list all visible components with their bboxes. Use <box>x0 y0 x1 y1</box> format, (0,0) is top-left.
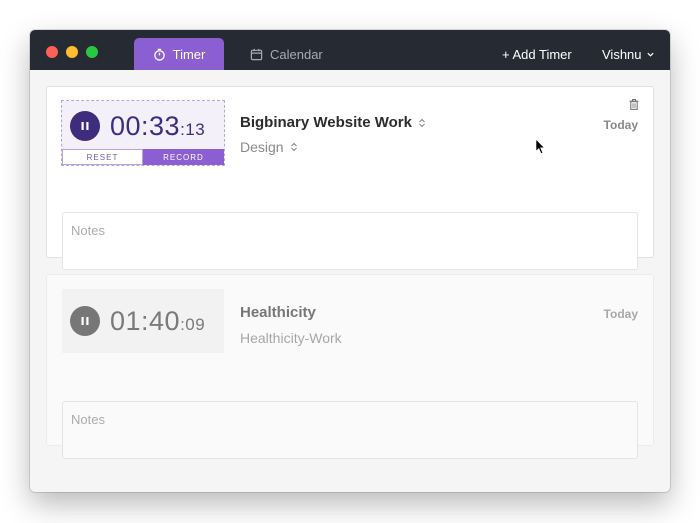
user-menu[interactable]: Vishnu <box>602 38 655 70</box>
zoom-window-button[interactable] <box>86 46 98 58</box>
elapsed-time-main: 01:40 <box>110 306 181 336</box>
app-window: Timer Calendar + Add Timer Vishnu 00:33:… <box>30 30 670 492</box>
user-name: Vishnu <box>602 46 642 62</box>
pause-button[interactable] <box>70 111 100 141</box>
project-selector[interactable]: Bigbinary Website Work <box>240 114 426 131</box>
task-name: Healthicity-Work <box>240 330 342 346</box>
timer-clock: 01:40:09 <box>62 289 224 353</box>
elapsed-time-seconds: :09 <box>180 315 206 334</box>
close-window-button[interactable] <box>46 46 58 58</box>
pause-icon <box>80 316 90 326</box>
project-name: Healthicity <box>240 304 316 321</box>
notes-input[interactable] <box>62 212 638 270</box>
tab-timer-label: Timer <box>172 46 206 62</box>
elapsed-time-main: 00:33 <box>110 111 181 141</box>
elapsed-time-seconds: :13 <box>180 120 206 139</box>
title-bar: Timer Calendar + Add Timer Vishnu <box>30 30 670 70</box>
task-selector[interactable]: Design <box>240 139 298 155</box>
timer-clock: 00:33:13 RESET RECORD <box>61 100 225 166</box>
pause-button[interactable] <box>70 306 100 336</box>
timer-actions: RESET RECORD <box>62 149 224 165</box>
task-name: Design <box>240 139 284 155</box>
timer-card-running: 00:33:13 RESET RECORD Bigbinary Website … <box>46 86 654 270</box>
sort-arrows-icon <box>290 142 298 152</box>
timer-card-paused: 01:40:09 Healthicity Healthicity-Work To… <box>46 274 654 459</box>
reset-button[interactable]: RESET <box>62 149 143 165</box>
minimize-window-button[interactable] <box>66 46 78 58</box>
project-name: Bigbinary Website Work <box>240 114 412 131</box>
elapsed-time: 00:33:13 <box>110 109 205 147</box>
sort-arrows-icon <box>418 118 426 128</box>
trash-icon[interactable] <box>629 99 639 110</box>
timer-date: Today <box>603 118 638 132</box>
notes-input[interactable] <box>62 401 638 459</box>
calendar-icon <box>250 48 263 61</box>
record-button[interactable]: RECORD <box>143 149 224 165</box>
chevron-down-icon <box>646 50 655 59</box>
tab-calendar[interactable]: Calendar <box>250 38 323 70</box>
add-timer-button[interactable]: + Add Timer <box>502 38 572 70</box>
mouse-pointer-icon <box>535 137 547 160</box>
timer-date: Today <box>603 307 638 321</box>
elapsed-time: 01:40:09 <box>110 304 205 342</box>
tab-timer[interactable]: Timer <box>134 38 224 70</box>
pause-icon <box>80 121 90 131</box>
tab-calendar-label: Calendar <box>270 46 323 62</box>
stopwatch-icon <box>153 48 166 61</box>
